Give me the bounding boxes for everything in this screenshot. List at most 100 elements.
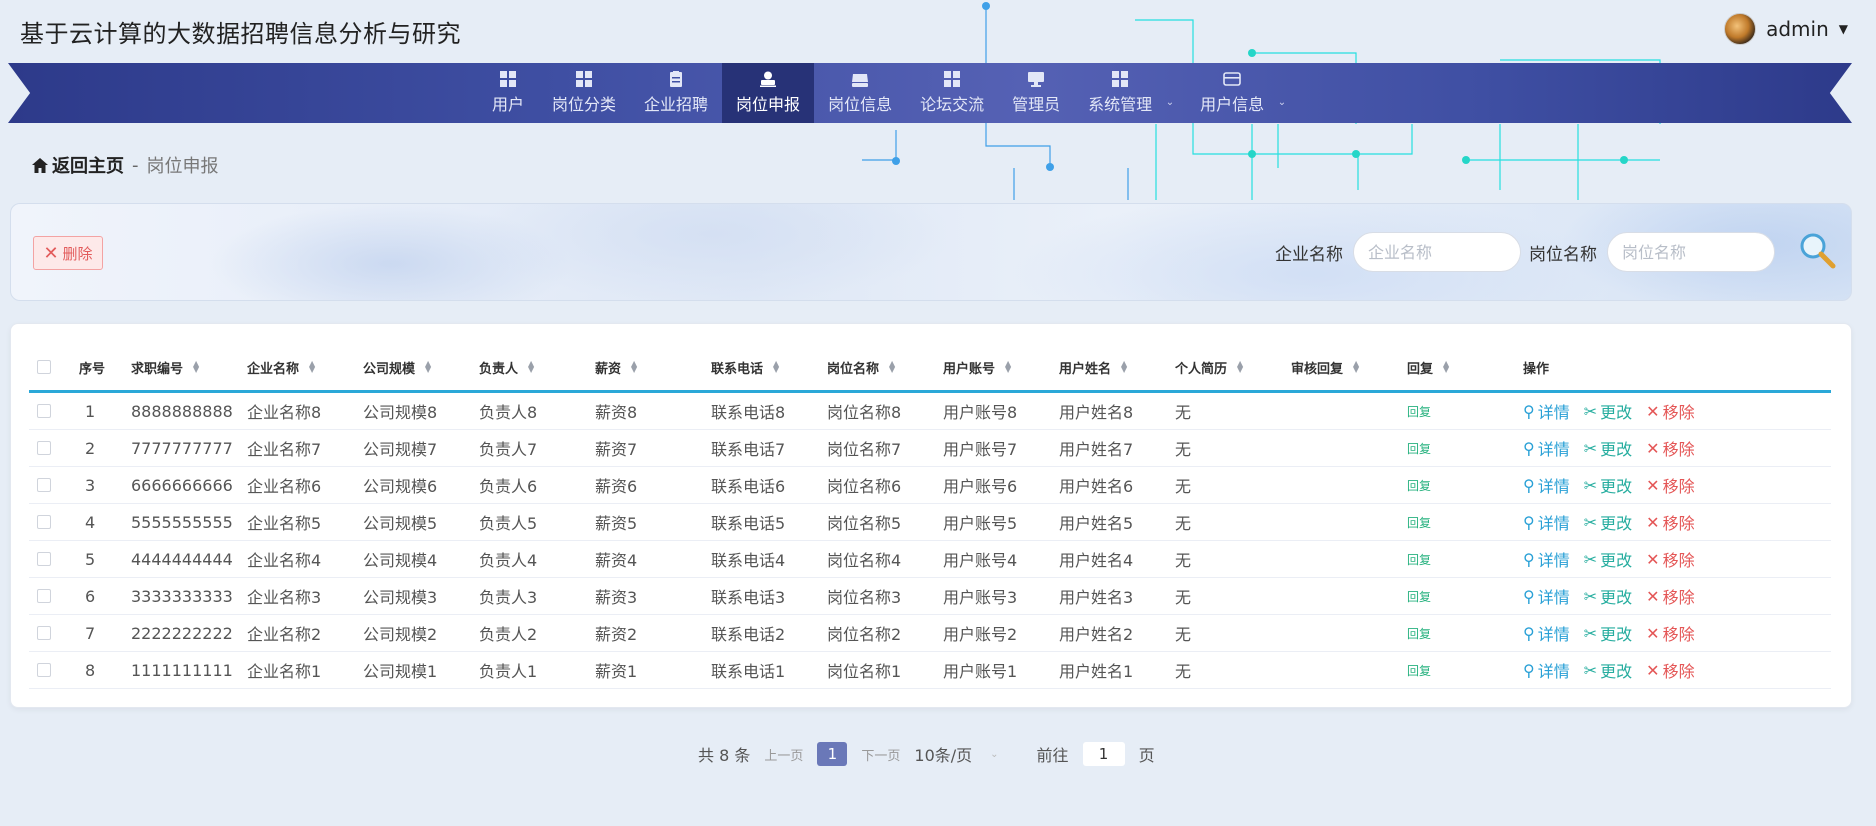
row-checkbox[interactable]: [29, 515, 69, 529]
page-size-select[interactable]: 10条/页 ⌄: [914, 742, 998, 766]
nav-item-label[interactable]: 岗位分类: [552, 91, 616, 115]
sort-icon[interactable]: ▲ ▼: [1353, 360, 1359, 374]
edit-label[interactable]: 更改: [1600, 584, 1632, 608]
remove-button[interactable]: ✕ 移除: [1646, 510, 1694, 534]
reply-button[interactable]: 回复: [1407, 477, 1431, 494]
sort-icon[interactable]: ▲ ▼: [193, 360, 199, 374]
nav-item-label[interactable]: 用户信息: [1200, 91, 1264, 115]
remove-button[interactable]: ✕ 移除: [1646, 621, 1694, 645]
detail-button[interactable]: ⚲ 详情: [1523, 399, 1570, 423]
detail-label[interactable]: 详情: [1538, 584, 1570, 608]
sort-icon[interactable]: ▲ ▼: [1443, 360, 1449, 374]
detail-button[interactable]: ⚲ 详情: [1523, 510, 1570, 534]
edit-button[interactable]: ✂ 更改: [1584, 584, 1632, 608]
nav-item-label[interactable]: 用户: [492, 91, 524, 115]
row-checkbox[interactable]: [29, 663, 69, 677]
edit-label[interactable]: 更改: [1600, 547, 1632, 571]
reply-button[interactable]: 回复: [1407, 551, 1431, 568]
nav-item-label[interactable]: 管理员: [1012, 91, 1060, 115]
nav-item-0[interactable]: 用户: [478, 63, 538, 123]
edit-button[interactable]: ✂ 更改: [1584, 510, 1632, 534]
row-checkbox[interactable]: [29, 441, 69, 455]
current-page[interactable]: 1: [817, 742, 848, 766]
row-checkbox[interactable]: [29, 478, 69, 492]
checkbox[interactable]: [37, 404, 51, 418]
nav-item-7[interactable]: 系统管理 ⌄: [1074, 63, 1186, 123]
company-input[interactable]: [1353, 232, 1521, 272]
goto-page-input[interactable]: [1082, 742, 1125, 766]
edit-button[interactable]: ✂ 更改: [1584, 399, 1632, 423]
remove-label[interactable]: 移除: [1663, 510, 1695, 534]
reply-button[interactable]: 回复: [1407, 625, 1431, 642]
page-size-value[interactable]: 10条/页: [914, 742, 972, 766]
remove-label[interactable]: 移除: [1663, 621, 1695, 645]
reply-button[interactable]: 回复: [1407, 588, 1431, 605]
reply-button[interactable]: 回复: [1407, 440, 1431, 457]
username[interactable]: admin: [1766, 17, 1829, 41]
edit-label[interactable]: 更改: [1600, 621, 1632, 645]
sort-icon[interactable]: ▲ ▼: [889, 360, 895, 374]
remove-label[interactable]: 移除: [1663, 547, 1695, 571]
column-header[interactable]: 负责人 ▲ ▼: [469, 358, 585, 377]
row-checkbox[interactable]: [29, 589, 69, 603]
checkbox[interactable]: [37, 589, 51, 603]
select-all-checkbox[interactable]: [29, 360, 69, 374]
detail-label[interactable]: 详情: [1538, 547, 1570, 571]
edit-button[interactable]: ✂ 更改: [1584, 436, 1632, 460]
nav-item-label[interactable]: 企业招聘: [644, 91, 708, 115]
row-checkbox[interactable]: [29, 404, 69, 418]
edit-button[interactable]: ✂ 更改: [1584, 658, 1632, 682]
detail-label[interactable]: 详情: [1538, 473, 1570, 497]
sort-icon[interactable]: ▲ ▼: [1121, 360, 1127, 374]
detail-label[interactable]: 详情: [1538, 436, 1570, 460]
chevron-down-icon[interactable]: ⌄: [1166, 97, 1174, 108]
row-checkbox[interactable]: [29, 552, 69, 566]
column-header[interactable]: 岗位名称 ▲ ▼: [817, 358, 933, 377]
delete-button[interactable]: ✕ 删除: [33, 236, 103, 270]
column-header[interactable]: 用户姓名 ▲ ▼: [1049, 358, 1165, 377]
sort-icon[interactable]: ▲ ▼: [631, 360, 637, 374]
edit-label[interactable]: 更改: [1600, 510, 1632, 534]
nav-item-4[interactable]: 岗位信息: [814, 63, 906, 123]
next-page-button[interactable]: 下一页: [861, 745, 900, 764]
remove-label[interactable]: 移除: [1663, 658, 1695, 682]
remove-button[interactable]: ✕ 移除: [1646, 584, 1694, 608]
nav-item-label[interactable]: 系统管理: [1088, 91, 1152, 115]
checkbox[interactable]: [37, 552, 51, 566]
caret-down-icon[interactable]: ▼: [1839, 22, 1848, 36]
breadcrumb-home-label[interactable]: 返回主页: [52, 152, 124, 178]
nav-item-5[interactable]: 论坛交流: [906, 63, 998, 123]
nav-item-6[interactable]: 管理员: [998, 63, 1074, 123]
checkbox[interactable]: [37, 360, 51, 374]
search-icon[interactable]: [1797, 230, 1837, 270]
detail-button[interactable]: ⚲ 详情: [1523, 584, 1570, 608]
edit-label[interactable]: 更改: [1600, 473, 1632, 497]
nav-item-label[interactable]: 论坛交流: [920, 91, 984, 115]
edit-label[interactable]: 更改: [1600, 436, 1632, 460]
breadcrumb-home[interactable]: 返回主页: [32, 152, 124, 178]
checkbox[interactable]: [37, 441, 51, 455]
position-input[interactable]: [1607, 232, 1775, 272]
remove-button[interactable]: ✕ 移除: [1646, 658, 1694, 682]
detail-button[interactable]: ⚲ 详情: [1523, 436, 1570, 460]
column-header[interactable]: 审核回复 ▲ ▼: [1281, 358, 1397, 377]
detail-button[interactable]: ⚲ 详情: [1523, 547, 1570, 571]
row-checkbox[interactable]: [29, 626, 69, 640]
column-header[interactable]: 个人简历 ▲ ▼: [1165, 358, 1281, 377]
detail-button[interactable]: ⚲ 详情: [1523, 473, 1570, 497]
edit-label[interactable]: 更改: [1600, 399, 1632, 423]
remove-button[interactable]: ✕ 移除: [1646, 547, 1694, 571]
detail-button[interactable]: ⚲ 详情: [1523, 621, 1570, 645]
reply-button[interactable]: 回复: [1407, 403, 1431, 420]
checkbox[interactable]: [37, 663, 51, 677]
edit-button[interactable]: ✂ 更改: [1584, 547, 1632, 571]
remove-label[interactable]: 移除: [1663, 584, 1695, 608]
detail-label[interactable]: 详情: [1538, 621, 1570, 645]
column-header[interactable]: 回复 ▲ ▼: [1397, 358, 1513, 377]
remove-label[interactable]: 移除: [1663, 436, 1695, 460]
user-menu[interactable]: admin ▼: [1724, 12, 1848, 46]
delete-label[interactable]: 删除: [63, 243, 93, 264]
remove-label[interactable]: 移除: [1663, 399, 1695, 423]
sort-icon[interactable]: ▲ ▼: [773, 360, 779, 374]
sort-icon[interactable]: ▲ ▼: [309, 360, 315, 374]
